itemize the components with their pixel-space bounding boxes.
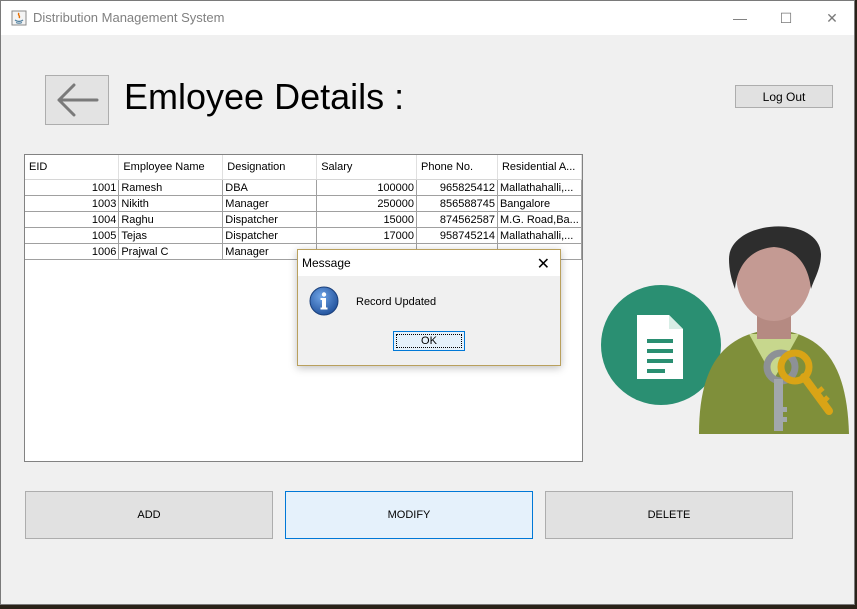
cell-salary[interactable]: 100000 [316,179,418,196]
cell-designation[interactable]: Manager [222,195,318,212]
employee-table-grid: EID Employee Name Designation Salary Pho… [25,155,582,260]
minimize-icon: — [733,10,747,26]
close-button[interactable]: ✕ [809,1,855,35]
window-title: Distribution Management System [33,10,225,25]
back-button[interactable] [45,75,109,125]
cell-address[interactable]: Bangalore [497,195,582,212]
minimize-button[interactable]: — [717,1,763,35]
column-header-address[interactable]: Residential A... [497,155,582,180]
cell-designation[interactable]: Dispatcher [222,211,318,228]
dialog-message: Record Updated [356,296,437,308]
cell-phone[interactable]: 856588745 [416,195,498,212]
cell-phone[interactable]: 874562587 [416,211,498,228]
column-header-phone[interactable]: Phone No. [416,155,498,180]
cell-eid[interactable]: 1004 [25,211,120,228]
cell-name[interactable]: Tejas [118,227,224,244]
table-row[interactable]: 1003 Nikith Manager 250000 856588745 Ban… [25,195,582,212]
cell-salary[interactable]: 15000 [316,211,418,228]
cell-name[interactable]: Prajwal C [118,243,224,260]
table-header-row: EID Employee Name Designation Salary Pho… [25,155,582,180]
table-row[interactable]: 1001 Ramesh DBA 100000 965825412 Mallath… [25,179,582,196]
cell-designation[interactable]: DBA [222,179,318,196]
maximize-button[interactable]: ☐ [763,1,809,35]
column-header-eid[interactable]: EID [25,155,120,180]
employee-key-document-icon [601,226,849,434]
table-row[interactable]: 1005 Tejas Dispatcher 17000 958745214 Ma… [25,227,582,244]
cell-name[interactable]: Nikith [118,195,224,212]
java-icon [11,10,27,26]
dialog-title-bar: Message ✕ [298,250,560,276]
page-title: Emloyee Details : [124,76,405,117]
cell-eid[interactable]: 1003 [25,195,120,212]
cell-phone[interactable]: 965825412 [416,179,498,196]
delete-button[interactable]: DELETE [545,491,793,539]
cell-address[interactable]: M.G. Road,Ba... [497,211,582,228]
dialog-title: Message [302,256,351,270]
cell-address[interactable]: Mallathahalli,... [497,227,582,244]
add-button[interactable]: ADD [25,491,273,539]
cell-eid[interactable]: 1005 [25,227,120,244]
title-bar: Distribution Management System — ☐ ✕ [1,1,854,35]
cell-eid[interactable]: 1006 [25,243,120,260]
message-dialog: Message ✕ Record Updated OK [297,249,561,366]
cell-name[interactable]: Raghu [118,211,224,228]
info-icon [309,286,339,316]
cell-phone[interactable]: 958745214 [416,227,498,244]
column-header-salary[interactable]: Salary [316,155,418,180]
column-header-designation[interactable]: Designation [222,155,318,180]
cell-eid[interactable]: 1001 [25,179,120,196]
maximize-icon: ☐ [779,9,793,26]
cell-salary[interactable]: 17000 [316,227,418,244]
cell-designation[interactable]: Dispatcher [222,227,318,244]
modify-button[interactable]: MODIFY [285,491,533,539]
column-header-employee-name[interactable]: Employee Name [118,155,224,180]
dialog-close-button[interactable]: ✕ [537,254,550,274]
cell-name[interactable]: Ramesh [118,179,224,196]
back-arrow-icon [57,83,99,117]
app-window: Distribution Management System — ☐ ✕ Eml… [0,0,855,605]
close-icon: ✕ [826,9,838,26]
cell-salary[interactable]: 250000 [316,195,418,212]
table-row[interactable]: 1004 Raghu Dispatcher 15000 874562587 M.… [25,211,582,228]
cell-address[interactable]: Mallathahalli,... [497,179,582,196]
logout-button[interactable]: Log Out [735,85,833,108]
ok-button[interactable]: OK [393,331,465,351]
